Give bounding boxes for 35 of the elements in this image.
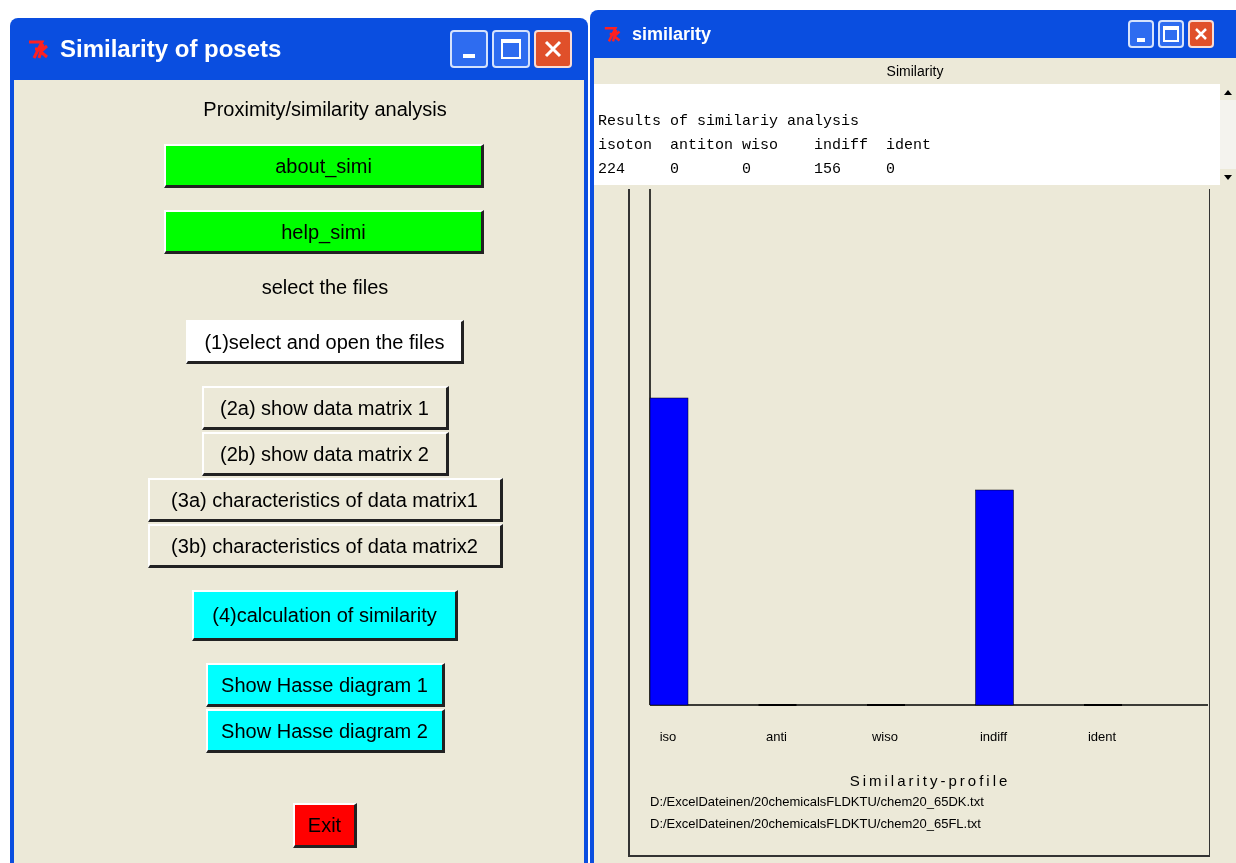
category-label: anti xyxy=(766,729,787,744)
action-button[interactable]: (2b) show data matrix 2 xyxy=(201,432,449,476)
heading-label: Proximity/similarity analysis xyxy=(203,97,447,122)
window-title: Similarity of posets xyxy=(60,34,283,64)
action-button[interactable]: Exit xyxy=(293,803,357,848)
minimize-button[interactable] xyxy=(1128,20,1154,48)
action-button[interactable]: (3a) characteristics of data matrix1 xyxy=(147,478,503,522)
action-button[interactable]: Show Hasse diagram 1 xyxy=(205,663,445,707)
action-button[interactable]: (4)calculation of similarity xyxy=(192,590,458,641)
scroll-up-icon[interactable] xyxy=(1224,89,1232,95)
maximize-button[interactable] xyxy=(492,30,530,68)
close-icon xyxy=(543,39,563,59)
section-label: select the files xyxy=(261,275,389,300)
scroll-down-icon[interactable] xyxy=(1224,174,1232,180)
category-label: indiff xyxy=(979,729,1008,744)
category-label: ident xyxy=(1087,729,1117,744)
category-label: iso xyxy=(659,729,677,744)
close-button[interactable] xyxy=(1188,20,1214,48)
action-button[interactable]: (3b) characteristics of data matrix2 xyxy=(147,524,503,568)
action-button[interactable]: (1)select and open the files xyxy=(186,320,464,364)
action-button[interactable]: about_simi xyxy=(164,144,484,188)
file-path: D:/ExcelDateinen/20chemicalsFLDKTU/chem20_65DK.txt xyxy=(650,793,984,811)
action-button[interactable]: help_simi xyxy=(164,210,484,254)
axis-title: Similarity-profile xyxy=(849,772,1011,789)
maximize-button[interactable] xyxy=(1158,20,1184,48)
category-label: wiso xyxy=(872,729,898,744)
panel-header: Similarity xyxy=(886,61,944,81)
close-icon xyxy=(1194,27,1208,41)
file-path: D:/ExcelDateinen/20chemicalsFLDKTU/chem20_65FL.txt xyxy=(650,815,982,833)
minimize-button[interactable] xyxy=(450,30,488,68)
close-button[interactable] xyxy=(534,30,572,68)
output-text: Results of similariy analysis isoton antiton wiso indiff ident 224 0 0 156 0 xyxy=(594,84,1220,185)
window-title: similarity xyxy=(632,22,713,46)
action-button[interactable]: Show Hasse diagram 2 xyxy=(205,709,445,753)
action-button[interactable]: (2a) show data matrix 1 xyxy=(201,386,449,430)
